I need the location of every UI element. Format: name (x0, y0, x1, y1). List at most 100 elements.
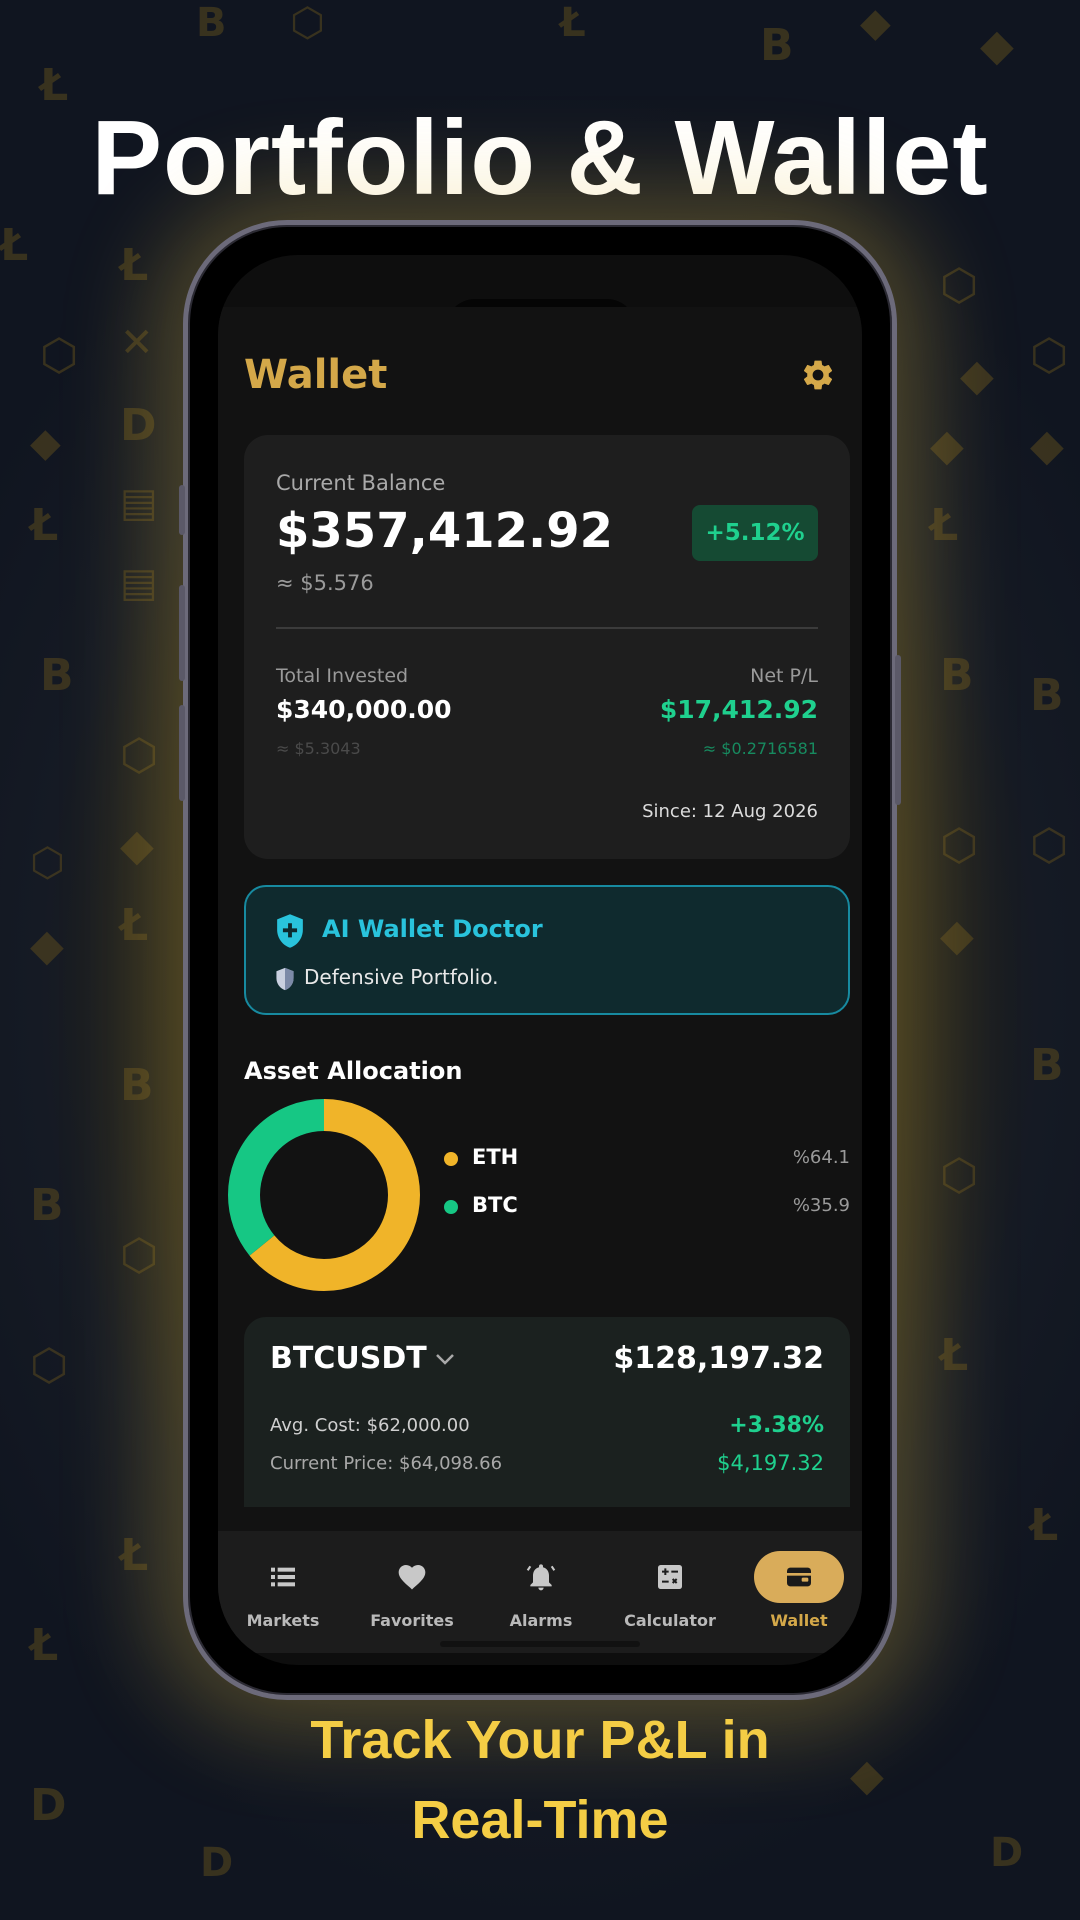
background-glyph: B (760, 20, 794, 71)
background-glyph: Ł (120, 900, 149, 951)
legend-asset-percent: %35.9 (792, 1195, 850, 1216)
background-glyph: B (120, 1060, 154, 1111)
background-glyph: ⬡ (1030, 820, 1069, 871)
position-value: $128,197.32 (613, 1341, 824, 1376)
nav-label: Alarms (509, 1611, 573, 1630)
shield-icon (276, 967, 294, 991)
position-current-price: Current Price: $64,098.66 (270, 1453, 503, 1474)
background-glyph: ◆ (30, 420, 61, 466)
total-invested-approx: ≈ $5.3043 (276, 739, 361, 758)
since-date: Since: 12 Aug 2026 (642, 801, 818, 822)
gear-icon[interactable] (800, 357, 836, 393)
background-glyph: ◆ (860, 0, 891, 46)
divider (276, 627, 818, 629)
shield-plus-icon (277, 914, 303, 948)
phone-screen: Wallet Current Balance $357,412.92 ≈ $5.… (218, 255, 862, 1665)
legend-asset-name: ETH (472, 1145, 519, 1169)
position-symbol: BTCUSDT (270, 1341, 427, 1376)
position-avg-cost: Avg. Cost: $62,000.00 (270, 1415, 470, 1436)
heart-icon (398, 1565, 426, 1590)
nav-item-markets[interactable]: Markets (218, 1531, 348, 1653)
background-glyph: D (120, 400, 157, 451)
balance-change-badge: +5.12% (692, 505, 818, 561)
current-balance-label: Current Balance (276, 471, 446, 495)
legend-dot-icon (444, 1152, 458, 1166)
promo-tagline-line: Track Your P&L in (310, 1710, 770, 1770)
nav-item-wallet[interactable]: Wallet (734, 1531, 862, 1653)
background-glyph: ◆ (1030, 420, 1064, 471)
phone-power-button (895, 655, 901, 805)
net-pl-value: $17,412.92 (659, 695, 818, 724)
background-glyph: Ł (930, 500, 959, 551)
background-glyph: ◆ (30, 920, 64, 971)
background-glyph: ⬡ (30, 840, 65, 886)
asset-allocation-title: Asset Allocation (244, 1057, 463, 1085)
home-indicator (440, 1641, 640, 1647)
background-glyph: ◆ (120, 820, 154, 871)
background-glyph: ▤ (120, 480, 158, 526)
balance-card: Current Balance $357,412.92 ≈ $5.576 +5.… (244, 435, 850, 859)
background-glyph: ◆ (980, 20, 1014, 71)
app-header: Wallet (244, 345, 836, 405)
background-glyph: B (940, 650, 974, 701)
background-glyph: ⬡ (30, 1340, 69, 1391)
background-glyph: B (1030, 670, 1064, 721)
background-glyph: Ł (30, 1620, 59, 1671)
background-glyph: Ł (30, 500, 59, 551)
promo-tagline: Track Your P&L in Real-Time (0, 1700, 1080, 1860)
list-icon (271, 1567, 295, 1587)
background-glyph: Ł (0, 220, 29, 271)
background-glyph: B (40, 650, 74, 701)
allocation-donut-chart (228, 1099, 420, 1291)
nav-item-alarms[interactable]: Alarms (476, 1531, 606, 1653)
wallet-icon (787, 1567, 811, 1587)
background-glyph: ⬡ (120, 730, 159, 781)
chevron-down-icon[interactable] (434, 1351, 456, 1367)
phone-frame: Wallet Current Balance $357,412.92 ≈ $5.… (179, 220, 901, 1700)
background-glyph: ⬡ (120, 1230, 159, 1281)
background-glyph: B (1030, 1040, 1064, 1091)
background-glyph: ◆ (960, 350, 994, 401)
net-pl-label: Net P/L (750, 665, 818, 687)
background-glyph: ⬡ (1030, 330, 1069, 381)
wallet-app: Wallet Current Balance $357,412.92 ≈ $5.… (218, 307, 862, 1653)
bell-icon (526, 1564, 556, 1591)
background-glyph: ◆ (940, 910, 974, 961)
nav-item-favorites[interactable]: Favorites (347, 1531, 477, 1653)
phone-volume-down (179, 705, 185, 801)
ai-wallet-doctor-title: AI Wallet Doctor (322, 915, 543, 943)
ai-wallet-doctor-card[interactable]: AI Wallet Doctor Defensive Portfolio. (244, 885, 850, 1015)
legend-dot-icon (444, 1200, 458, 1214)
nav-label: Markets (246, 1611, 320, 1630)
legend-asset-percent: %64.1 (792, 1147, 850, 1168)
background-glyph: ✕ (120, 320, 154, 366)
phone-volume-up (179, 585, 185, 681)
position-card[interactable]: BTCUSDT $128,197.32 Avg. Cost: $62,000.0… (244, 1317, 850, 1507)
background-glyph: ⬡ (40, 330, 79, 381)
background-glyph: ⬡ (940, 260, 979, 311)
phone-mute-switch (179, 485, 185, 535)
total-invested-value: $340,000.00 (276, 695, 452, 724)
nav-label: Wallet (770, 1611, 828, 1630)
nav-item-calculator[interactable]: Calculator (605, 1531, 735, 1653)
current-balance-approx: ≈ $5.576 (276, 571, 374, 595)
background-glyph: ⬡ (290, 0, 325, 46)
background-glyph: B (196, 0, 227, 46)
background-glyph: ▤ (120, 560, 158, 606)
promo-tagline-line: Real-Time (411, 1790, 669, 1850)
background-glyph: ⬡ (940, 1150, 979, 1201)
background-glyph: B (30, 1180, 64, 1231)
legend-asset-name: BTC (472, 1193, 518, 1217)
background-glyph: Ł (560, 0, 586, 46)
nav-label: Calculator (624, 1611, 716, 1630)
nav-active-indicator (754, 1551, 844, 1603)
total-invested-label: Total Invested (276, 665, 409, 687)
position-pl: $4,197.32 (717, 1451, 824, 1475)
background-glyph: Ł (940, 1330, 969, 1381)
calculator-icon (658, 1565, 682, 1589)
background-glyph: Ł (1030, 1500, 1059, 1551)
ai-wallet-doctor-message: Defensive Portfolio. (304, 965, 499, 989)
allocation-legend-item: ETH %64.1 (444, 1143, 850, 1173)
bottom-navigation: Markets Favorites Alarms Calculator Wall… (218, 1531, 862, 1653)
nav-label: Favorites (370, 1611, 454, 1630)
